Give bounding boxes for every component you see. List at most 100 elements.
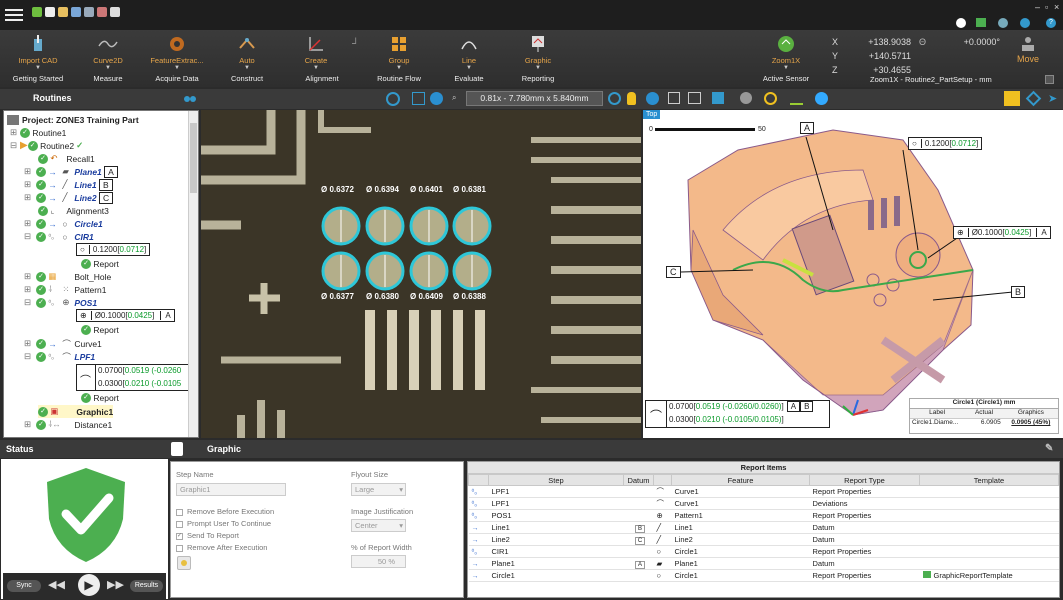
zoom-in-icon[interactable] — [646, 92, 659, 105]
select-mode-icon[interactable] — [1004, 91, 1020, 106]
report-width-stepper[interactable]: 50 % — [351, 555, 406, 568]
close-button[interactable]: × — [1054, 2, 1059, 12]
justification-select[interactable]: Center ▾ — [351, 519, 406, 532]
tree-item-recall1[interactable]: ✓ ↶ Recall1 — [38, 152, 95, 165]
zoom-fit-icon[interactable] — [430, 92, 443, 105]
tree-item-lpf1[interactable]: ⊟ ✓ ⁰₀ ⌒ LPF1 — [24, 350, 95, 363]
help-icon[interactable]: ? — [1046, 18, 1056, 28]
tree-fcf-position[interactable]: ⊕ Ø0.1000[0.0425] A — [76, 309, 175, 322]
tree-item-report[interactable]: ✓ Report — [81, 257, 119, 270]
tree-item-pos1[interactable]: ⊟ ✓ ⁰₀ ⊕ POS1 — [24, 296, 97, 309]
report-row[interactable]: → Line2 C ╱ Line2 Datum — [468, 533, 1059, 546]
sphere-icon[interactable] — [815, 92, 828, 105]
step-name-field[interactable]: Graphic1 — [176, 483, 286, 496]
search-icon[interactable] — [608, 92, 621, 105]
image-picker-button[interactable] — [177, 556, 191, 570]
ribbon-collapse-icon[interactable] — [1045, 75, 1054, 84]
tree-item-alignment3[interactable]: ✓ ⌞ Alignment3 — [38, 204, 109, 217]
layout-icon[interactable] — [976, 18, 986, 27]
sync-button[interactable]: Sync — [7, 580, 41, 592]
zoom1x-button[interactable]: Zoom1X ▼ — [754, 32, 818, 71]
tree-item-routine1[interactable]: ⊞ ✓ Routine1 — [10, 126, 66, 139]
axis-small-icon[interactable]: ⅃ — [352, 36, 357, 47]
binoculars-icon[interactable] — [183, 93, 197, 103]
cad-fcf-circularity[interactable]: ○ 0.1200[0.0712] — [908, 137, 983, 150]
grid-tool-icon[interactable] — [412, 92, 425, 105]
report-row[interactable]: ⁰₀ LPF1 ⌒ Curve1 Report Properties — [468, 485, 1059, 498]
prompt-user-checkbox[interactable]: Prompt User To Continue — [176, 519, 271, 528]
group-button[interactable]: Group ▼ — [367, 32, 431, 71]
move-button[interactable]: Move — [1016, 36, 1040, 64]
edit-icon[interactable]: ✎ — [1045, 443, 1053, 454]
report-row[interactable]: → Line1 B ╱ Line1 Datum — [468, 521, 1059, 534]
report-row[interactable]: ⁰₀ LPF1 ⌒ Curve1 Deviations — [468, 497, 1059, 510]
tree-item-cir1[interactable]: ⊟ ✓ ⁰₀ ○ CIR1 — [24, 230, 94, 243]
lighting-icon[interactable] — [740, 92, 752, 104]
globe-icon[interactable] — [1020, 18, 1030, 28]
tree-project[interactable]: Project: ZONE3 Training Part — [7, 113, 139, 126]
save-as-icon[interactable] — [84, 7, 94, 17]
view-cube-icon[interactable] — [688, 92, 701, 104]
line-button[interactable]: Line ▼ — [437, 32, 501, 71]
tree-item-pattern1[interactable]: ⊞ ✓ ⸸ ⁙ Pattern1 — [24, 283, 107, 296]
fcf-nominal: 0.0700 — [98, 366, 123, 375]
tree-fcf-circularity[interactable]: ○ 0.1200[0.0712] — [76, 243, 151, 256]
maximize-button[interactable]: ▫ — [1045, 2, 1048, 12]
save-icon[interactable] — [71, 7, 81, 17]
tree-item-report[interactable]: ✓ Report — [81, 391, 119, 404]
remove-after-execution-checkbox[interactable]: Remove After Execution — [176, 543, 267, 552]
zoom-readout[interactable]: 0.81x - 7.780mm x 5.840mm — [466, 91, 603, 106]
cad-fcf-profile[interactable]: ⌒ 0.0700[0.0519 (-0.0260/0.0260)] A B 0.03… — [645, 400, 830, 428]
new-icon[interactable] — [45, 7, 55, 17]
record-icon[interactable] — [97, 7, 107, 17]
tree-scrollbar[interactable] — [188, 111, 198, 437]
cad-view[interactable]: Top 0 50 A C B ○ 0.1200[0.0712] ⊕ Ø0.1000[… — [643, 110, 1063, 438]
menu-icon[interactable] — [5, 6, 23, 22]
auto-button[interactable]: Auto ▼ — [215, 32, 279, 71]
report-row[interactable]: → Plane1 A ▰ Plane1 Datum — [468, 557, 1059, 570]
tree-item-curve1[interactable]: ⊞ ✓ → ⌒ Curve1 — [24, 337, 102, 350]
tree-item-graphic1[interactable]: ✓ ▣ Graphic1 — [38, 405, 114, 418]
light-icon[interactable] — [627, 92, 636, 105]
curve2d-button[interactable]: Curve2D ▼ — [76, 32, 140, 71]
report-row[interactable]: ⁰₀ POS1 ⊕ Pattern1 Report Properties — [468, 509, 1059, 522]
report-row[interactable]: → Circle1 ○ Circle1 Report Properties Graphic… — [468, 569, 1059, 582]
target-icon[interactable] — [764, 92, 777, 105]
pen-icon[interactable] — [790, 92, 803, 105]
tree-fcf-profile[interactable]: ⌒ 0.0700[0.0519 (-0.0260 0.0300[0.0210 (… — [76, 364, 196, 391]
import-cad-button[interactable]: Import CAD ▼ — [6, 32, 70, 71]
curve-icon: ⌒ — [62, 338, 71, 349]
minimize-button[interactable]: – — [1035, 2, 1040, 12]
tree-item-routine2[interactable]: ⊟ ▶ ✓ Routine2 ✓ — [10, 139, 83, 152]
print-icon[interactable] — [110, 7, 120, 17]
send-to-report-checkbox[interactable]: ✓ Send To Report — [176, 531, 239, 540]
results-button[interactable]: Results — [130, 580, 163, 592]
tree-item-bolt-hole[interactable]: ⊞ ✓ ▦ Bolt_Hole — [24, 270, 111, 283]
pointer-icon[interactable]: ➤ — [1048, 92, 1057, 105]
graphic-button[interactable]: Graphic ▼ — [506, 32, 570, 71]
tree-item-line2[interactable]: ⊞ ✓ → ╱ Line2 C — [24, 191, 114, 204]
run-icon[interactable] — [32, 7, 42, 17]
play-button[interactable]: ▶ — [78, 574, 100, 596]
zoom-small-icon[interactable]: ⌕ — [452, 93, 456, 103]
tree-item-line1[interactable]: ⊞ ✓ → ╱ Line1 B — [24, 178, 113, 191]
diamond-icon[interactable] — [1025, 90, 1042, 107]
cad-fcf-position[interactable]: ⊕ Ø0.1000[0.0425] A — [953, 226, 1051, 239]
circle-tool-icon[interactable] — [386, 92, 400, 106]
feature-extract-button[interactable]: FeatureExtrac... ▼ — [145, 32, 209, 71]
flyout-size-select[interactable]: Large ▾ — [351, 483, 406, 496]
rewind-icon[interactable]: ◀◀ — [48, 578, 65, 591]
open-icon[interactable] — [58, 7, 68, 17]
display-mode-icon[interactable] — [712, 92, 724, 104]
tree-item-distance1[interactable]: ⊞ ✓ ⸸↔ Distance1 — [24, 418, 112, 431]
tree-item-report[interactable]: ✓ Report — [81, 323, 119, 336]
remove-before-execution-checkbox[interactable]: Remove Before Execution — [176, 507, 274, 516]
camera-view[interactable]: Ø 0.6372 Ø 0.6394 Ø 0.6401 Ø 0.6381 Ø 0.… — [201, 110, 641, 438]
create-button[interactable]: Create ▼ — [284, 32, 348, 71]
fast-forward-icon[interactable]: ▶▶ — [107, 578, 124, 591]
report-row[interactable]: ⁰₀ CIR1 ○ Circle1 Report Properties — [468, 545, 1059, 558]
settings-icon[interactable] — [998, 18, 1008, 28]
fit-view-icon[interactable] — [668, 92, 680, 104]
tree-item-plane1[interactable]: ⊞ ✓ → ▰ Plane1 A — [24, 165, 118, 178]
tree-item-circle1[interactable]: ⊞ ✓ → ○ Circle1 — [24, 217, 103, 230]
